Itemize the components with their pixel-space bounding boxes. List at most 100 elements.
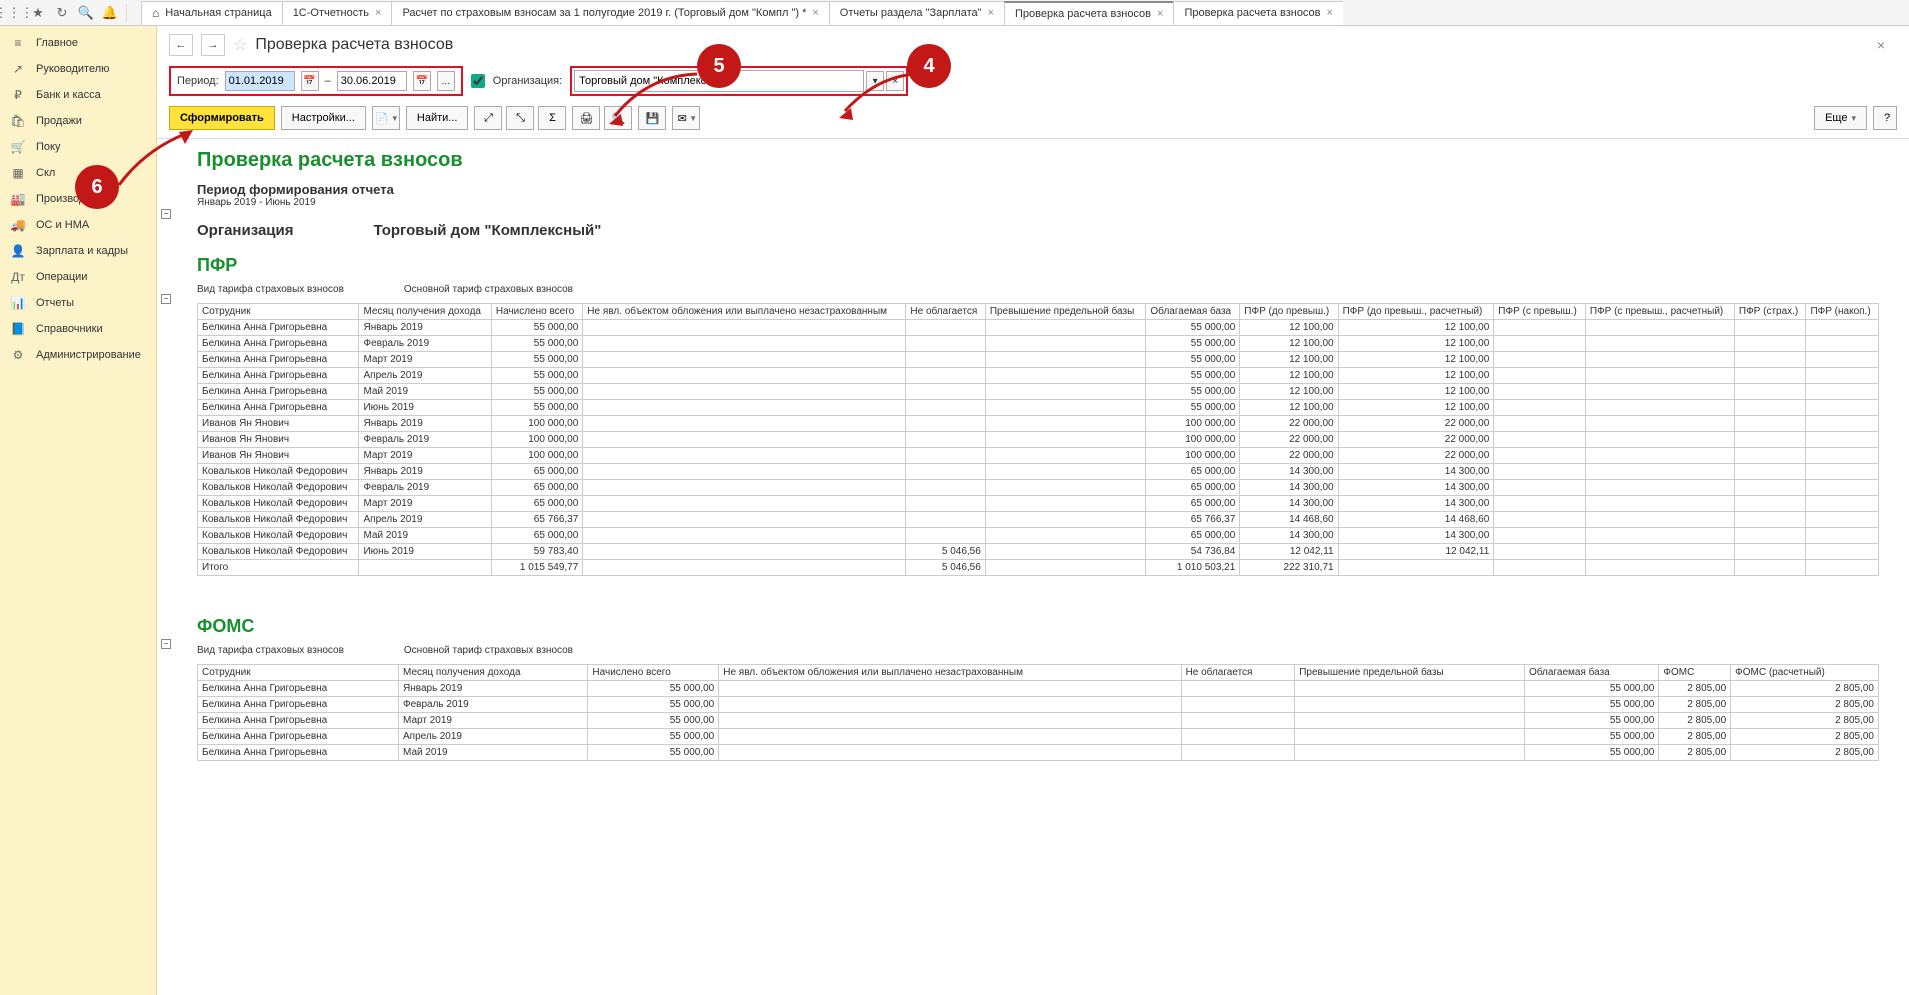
more-button[interactable]: Еще bbox=[1814, 106, 1867, 130]
report-body: Проверка расчета взносов Период формиров… bbox=[157, 139, 1909, 781]
table-cell bbox=[1585, 464, 1734, 480]
sidebar-item[interactable]: ≡Главное bbox=[0, 30, 156, 56]
table-cell: 12 100,00 bbox=[1240, 320, 1338, 336]
collapse-groups-button[interactable]: ⤡ bbox=[506, 106, 534, 130]
sidebar-item[interactable]: 📊Отчеты bbox=[0, 290, 156, 316]
period-picker-button[interactable]: ... bbox=[437, 71, 455, 91]
tab[interactable]: Расчет по страховым взносам за 1 полугод… bbox=[391, 1, 829, 25]
table-cell bbox=[1806, 336, 1879, 352]
table-cell bbox=[906, 448, 985, 464]
table-row: Иванов Ян ЯновичФевраль 2019100 000,0010… bbox=[198, 432, 1879, 448]
sidebar-icon: ₽ bbox=[10, 88, 26, 102]
calendar-from-icon[interactable]: 📅 bbox=[301, 71, 319, 91]
table-cell bbox=[583, 384, 906, 400]
table-cell bbox=[906, 464, 985, 480]
nav-forward-button[interactable]: → bbox=[201, 34, 225, 56]
apps-icon[interactable]: ⋮⋮⋮ bbox=[4, 3, 24, 23]
table-cell: 2 805,00 bbox=[1659, 681, 1731, 697]
table-cell bbox=[583, 400, 906, 416]
collapse-handle-icon[interactable]: − bbox=[161, 294, 171, 304]
collapse-handle-icon[interactable]: − bbox=[161, 639, 171, 649]
settings-button[interactable]: Настройки... bbox=[281, 106, 366, 130]
section-foms-title: ФОМС bbox=[197, 616, 1879, 637]
table-header: Превышение предельной базы bbox=[985, 304, 1146, 320]
table-cell: 65 766,37 bbox=[1146, 512, 1240, 528]
printer-button[interactable]: 🖨 bbox=[572, 106, 600, 130]
table-cell bbox=[583, 480, 906, 496]
table-cell bbox=[1806, 512, 1879, 528]
table-cell: Май 2019 bbox=[359, 528, 491, 544]
search-icon[interactable]: 🔍 bbox=[76, 3, 96, 23]
table-cell: 55 000,00 bbox=[491, 352, 582, 368]
tab-close-icon[interactable]: × bbox=[1157, 8, 1163, 20]
table-cell: 2 805,00 bbox=[1659, 713, 1731, 729]
table-cell bbox=[985, 352, 1146, 368]
table-cell: 100 000,00 bbox=[1146, 448, 1240, 464]
table-cell: 12 042,11 bbox=[1338, 544, 1494, 560]
table-cell bbox=[985, 384, 1146, 400]
sidebar-item[interactable]: ⚙Администрирование bbox=[0, 342, 156, 368]
table-cell bbox=[583, 544, 906, 560]
table-header: Сотрудник bbox=[198, 304, 359, 320]
sidebar-item[interactable]: ↗Руководителю bbox=[0, 56, 156, 82]
table-cell: 12 100,00 bbox=[1240, 384, 1338, 400]
table-cell: 14 300,00 bbox=[1240, 528, 1338, 544]
tab[interactable]: Отчеты раздела "Зарплата"× bbox=[829, 1, 1005, 25]
table-header: ФОМС bbox=[1659, 665, 1731, 681]
table-cell bbox=[1734, 432, 1806, 448]
table-cell bbox=[1494, 416, 1586, 432]
tab[interactable]: Проверка расчета взносов× bbox=[1004, 1, 1175, 25]
table-cell bbox=[1734, 464, 1806, 480]
sum-button[interactable]: Σ bbox=[538, 106, 566, 130]
sidebar-icon: ▦ bbox=[10, 166, 26, 180]
sidebar-item[interactable]: 👤Зарплата и кадры bbox=[0, 238, 156, 264]
generate-button[interactable]: Сформировать bbox=[169, 106, 275, 130]
org-checkbox[interactable] bbox=[471, 74, 485, 88]
favorite-star-icon[interactable]: ☆ bbox=[233, 35, 247, 55]
collapse-handle-icon[interactable]: − bbox=[161, 209, 171, 219]
table-cell bbox=[906, 432, 985, 448]
sidebar-icon: 📘 bbox=[10, 322, 26, 336]
table-cell: 65 000,00 bbox=[491, 464, 582, 480]
date-to-input[interactable] bbox=[337, 71, 407, 91]
expand-groups-button[interactable]: ⤢ bbox=[474, 106, 502, 130]
table-row: Ковальков Николай ФедоровичАпрель 201965… bbox=[198, 512, 1879, 528]
date-from-input[interactable] bbox=[225, 71, 295, 91]
tab-close-icon[interactable]: × bbox=[812, 7, 818, 19]
tab-close-icon[interactable]: × bbox=[988, 7, 994, 19]
history-icon[interactable]: ↻ bbox=[52, 3, 72, 23]
table-cell bbox=[1494, 368, 1586, 384]
tab[interactable]: ⌂Начальная страница bbox=[141, 1, 283, 25]
star-icon[interactable]: ★ bbox=[28, 3, 48, 23]
table-cell: 12 100,00 bbox=[1338, 368, 1494, 384]
tab-close-icon[interactable]: × bbox=[375, 7, 381, 19]
table-cell: Иванов Ян Янович bbox=[198, 416, 359, 432]
table-cell bbox=[1806, 480, 1879, 496]
table-cell: 12 100,00 bbox=[1338, 320, 1494, 336]
find-button[interactable]: Найти... bbox=[406, 106, 469, 130]
sidebar-item[interactable]: ДтОперации bbox=[0, 264, 156, 290]
tab-close-icon[interactable]: × bbox=[1327, 7, 1333, 19]
sidebar-item[interactable]: 📘Справочники bbox=[0, 316, 156, 342]
tab[interactable]: 1С-Отчетность× bbox=[282, 1, 393, 25]
table-cell: 54 736,84 bbox=[1146, 544, 1240, 560]
sidebar-icon: 👤 bbox=[10, 244, 26, 258]
nav-back-button[interactable]: ← bbox=[169, 34, 193, 56]
table-cell bbox=[583, 416, 906, 432]
table-row: Белкина Анна ГригорьевнаАпрель 201955 00… bbox=[198, 729, 1879, 745]
table-cell: 12 100,00 bbox=[1338, 352, 1494, 368]
sidebar-item[interactable]: ₽Банк и касса bbox=[0, 82, 156, 108]
table-cell: 55 000,00 bbox=[588, 713, 719, 729]
table-cell: Белкина Анна Григорьевна bbox=[198, 320, 359, 336]
table-header: Не явл. объектом обложения или выплачено… bbox=[583, 304, 906, 320]
calendar-to-icon[interactable]: 📅 bbox=[413, 71, 431, 91]
table-cell: 55 000,00 bbox=[1525, 745, 1659, 761]
page-close-icon[interactable]: × bbox=[1877, 37, 1885, 53]
report-scroll-area[interactable]: − − − Проверка расчета взносов Период фо… bbox=[157, 138, 1909, 995]
sidebar-item[interactable]: 🚚ОС и НМА bbox=[0, 212, 156, 238]
print-dropdown-button[interactable]: 📄 bbox=[372, 106, 400, 130]
tab[interactable]: Проверка расчета взносов× bbox=[1173, 1, 1343, 25]
help-button[interactable]: ? bbox=[1873, 106, 1897, 130]
bell-icon[interactable]: 🔔 bbox=[100, 3, 120, 23]
table-cell: 14 300,00 bbox=[1240, 480, 1338, 496]
